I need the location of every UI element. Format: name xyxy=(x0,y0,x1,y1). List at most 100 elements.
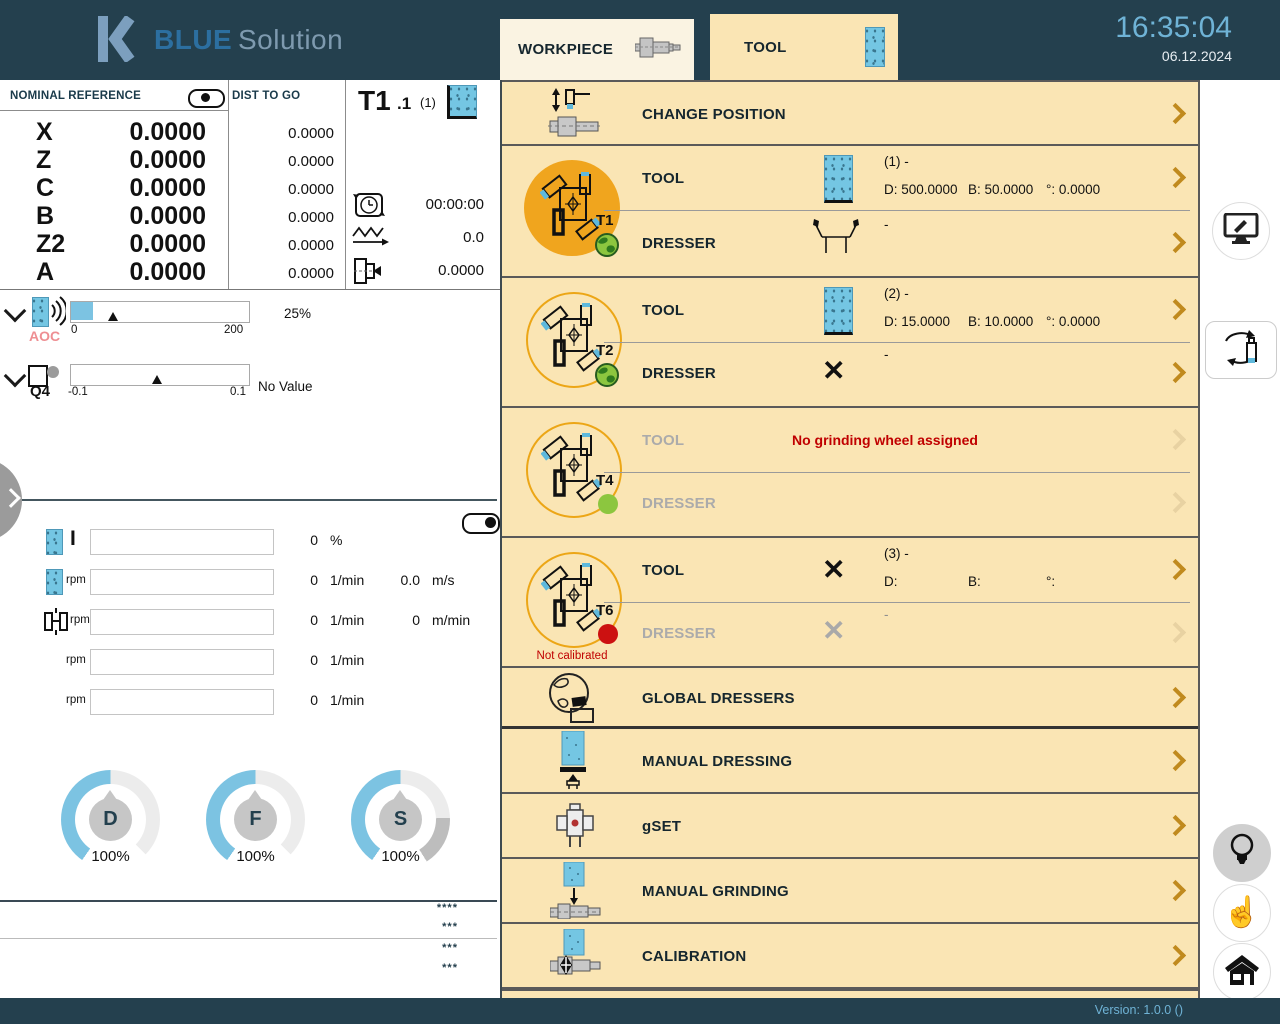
workpiece-rpm-input[interactable] xyxy=(90,609,274,635)
reference-toggle[interactable] xyxy=(188,89,225,108)
t6-dresser-row[interactable]: DRESSER ✕ - xyxy=(632,603,1198,665)
gauge-hub: S xyxy=(379,798,422,841)
clock: 16:35:04 06.12.2024 xyxy=(1032,12,1232,64)
stock-value: 0.0000 xyxy=(404,262,484,279)
gauge-dressing-override[interactable]: D 100% xyxy=(61,770,160,885)
axis-row: C 0.0000 xyxy=(0,174,228,202)
workpiece-speed-value: 0 xyxy=(385,612,420,628)
menu-item-change-position[interactable]: CHANGE POSITION xyxy=(502,82,1198,144)
spindle-2-input[interactable] xyxy=(90,689,274,715)
workpiece-rpm-label: rpm xyxy=(70,614,90,626)
override-toggle-knob xyxy=(485,517,496,528)
machine-light-button[interactable] xyxy=(1213,824,1271,882)
manual-mode-button[interactable]: ☝ xyxy=(1213,884,1271,942)
stock-removal-icon xyxy=(354,255,382,292)
infeed-wheel-icon xyxy=(46,529,63,555)
tool-angle: °: 0.0000 xyxy=(1046,314,1100,329)
gauge-feed-override[interactable]: F 100% xyxy=(206,770,305,885)
active-tool-info: T1 .1 (1) 00:00:00 0.0 0.0000 xyxy=(345,80,500,289)
active-tool-slot: (1) xyxy=(420,95,436,110)
dist-value: 0.0000 xyxy=(232,230,334,258)
tab-workpiece[interactable]: WORKPIECE xyxy=(500,19,694,80)
t1-dresser-row[interactable]: DRESSER - xyxy=(632,211,1198,274)
aoc-waves-icon xyxy=(50,296,66,331)
t2-tool-row[interactable]: TOOL (2) - D: 15.0000 B: 10.0000 °: 0.00… xyxy=(632,278,1198,342)
gauge-value: 100% xyxy=(61,848,160,865)
tool-diameter: D: 15.0000 xyxy=(884,314,950,329)
infeed-label: I xyxy=(70,527,76,551)
home-button[interactable] xyxy=(1213,943,1271,1001)
tool-change-rotate-button[interactable] xyxy=(1205,321,1277,379)
axis-row: B 0.0000 xyxy=(0,202,228,230)
aoc-slider-marker[interactable] xyxy=(108,312,118,321)
menu-item-global-dressers[interactable]: GLOBAL DRESSERS xyxy=(502,668,1198,726)
turret-id-label: T2 xyxy=(596,342,614,359)
menu-item-label: MANUAL GRINDING xyxy=(642,883,789,900)
menu-item-gset[interactable]: gSET xyxy=(502,794,1198,857)
bottom-status-bar xyxy=(0,998,1280,1024)
masked-status-value: *** xyxy=(370,942,458,954)
spindle-1-input[interactable] xyxy=(90,649,274,675)
workpiece-rpm-unit: 1/min xyxy=(330,612,364,628)
axis-row: X 0.0000 xyxy=(0,118,228,146)
q4-slider-marker[interactable] xyxy=(152,375,162,384)
tab-workpiece-label: WORKPIECE xyxy=(518,41,613,58)
no-wheel-x-icon: ✕ xyxy=(822,556,845,584)
menu-item-calibration[interactable]: CALIBRATION xyxy=(502,924,1198,987)
axis-row: Z 0.0000 xyxy=(0,146,228,174)
home-icon xyxy=(1225,955,1259,990)
override-toggle[interactable] xyxy=(462,513,500,534)
brand-name-bold: BLUE xyxy=(154,24,232,56)
dresser-value: - xyxy=(884,607,889,622)
axis-nominal-value: 0.0000 xyxy=(88,146,206,175)
brand-name-light: Solution xyxy=(238,24,343,56)
tool-group-t1: T1 TOOL (1) - D: 500.0000 B: 50.0000 °: … xyxy=(502,146,1198,276)
q4-min-label: -0.1 xyxy=(68,386,88,398)
side-panel-expand-handle[interactable] xyxy=(0,458,22,542)
reference-toggle-knob xyxy=(201,93,210,102)
masked-status-value: *** xyxy=(370,921,458,933)
infeed-value: 0 xyxy=(280,532,318,548)
tool-slot-line: (1) - xyxy=(884,154,909,169)
t6-tool-row[interactable]: TOOL ✕ (3) - D: B: °: xyxy=(632,538,1198,602)
aoc-expand-chevron-down-icon[interactable] xyxy=(4,300,27,323)
dro-panel: NOMINAL REFERENCE DIST TO GO X 0.0000 Z … xyxy=(0,80,500,290)
tool-slot-line: (2) - xyxy=(884,286,909,301)
screen-edit-button[interactable] xyxy=(1212,202,1270,260)
aoc-wheel-icon xyxy=(32,297,49,327)
axis-nominal-value: 0.0000 xyxy=(88,174,206,203)
chevron-right-icon xyxy=(1165,687,1186,708)
top-header-bar: BLUE Solution WORKPIECE TOOL 16:35:04 06… xyxy=(0,0,1280,80)
clock-time: 16:35:04 xyxy=(1032,12,1232,44)
gauge-spindle-override[interactable]: S 100% xyxy=(351,770,450,885)
wheel-rpm-input[interactable] xyxy=(90,569,274,595)
dist-value: 0.0000 xyxy=(232,202,334,230)
tab-tool-label: TOOL xyxy=(744,39,787,56)
t1-tool-row[interactable]: TOOL (1) - D: 500.0000 B: 50.0000 °: 0.0… xyxy=(632,146,1198,210)
chevron-right-icon xyxy=(1165,167,1186,188)
infeed-input[interactable] xyxy=(90,529,274,555)
dresser-row-label: DRESSER xyxy=(642,365,716,382)
dist-to-go-header: DIST TO GO xyxy=(232,90,300,102)
grinding-wheel-icon xyxy=(824,287,853,335)
grinding-wheel-icon xyxy=(824,155,853,203)
chevron-right-icon xyxy=(1165,299,1186,320)
change-position-icon xyxy=(548,88,602,143)
active-tool-id: T1 xyxy=(358,85,391,117)
menu-item-manual-dressing[interactable]: MANUAL DRESSING xyxy=(502,729,1198,792)
no-dresser-x-icon: ✕ xyxy=(822,617,845,645)
menu-item-manual-grinding[interactable]: MANUAL GRINDING xyxy=(502,859,1198,922)
tool-diameter: D: xyxy=(884,574,898,589)
q4-expand-chevron-down-icon[interactable] xyxy=(4,365,27,388)
spindle-2-unit: 1/min xyxy=(330,692,364,708)
t2-dresser-row[interactable]: DRESSER ✕ - xyxy=(632,343,1198,405)
calibration-icon xyxy=(550,929,602,986)
t4-dresser-row[interactable]: DRESSER xyxy=(632,473,1198,535)
feed-value: 0.0 xyxy=(404,229,484,246)
chevron-right-icon xyxy=(1,488,21,508)
dresser-row-label: DRESSER xyxy=(642,625,716,642)
aoc-slider[interactable] xyxy=(70,301,250,323)
axis-row: A 0.0000 xyxy=(0,258,228,286)
t4-tool-row[interactable]: TOOL No grinding wheel assigned xyxy=(632,408,1198,472)
tab-tool[interactable]: TOOL xyxy=(710,14,898,80)
